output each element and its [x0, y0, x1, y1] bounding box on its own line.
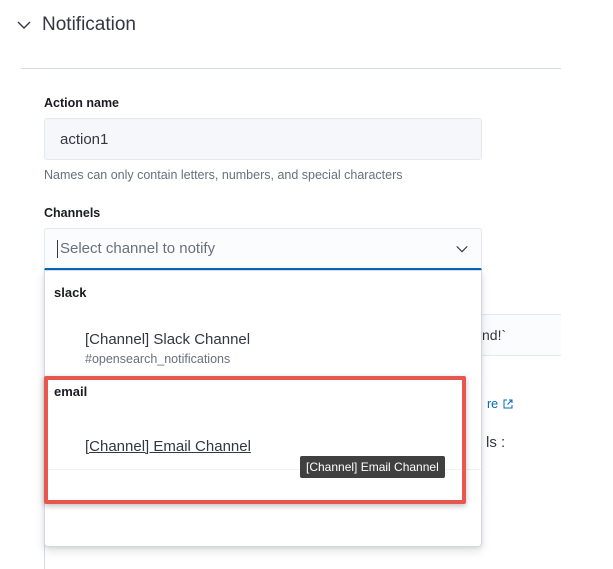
channels-placeholder: Select channel to notify: [60, 240, 216, 257]
background-partial-link: re: [487, 397, 499, 411]
highlight-annotation: [44, 376, 466, 504]
channels-label: Channels: [44, 206, 101, 220]
notification-panel: Notification Action name action1 Names c…: [0, 0, 613, 569]
action-name-help: Names can only contain letters, numbers,…: [44, 168, 403, 182]
chevron-down-icon[interactable]: [455, 242, 469, 256]
background-partial-text: nd!`: [482, 327, 507, 343]
group-title-slack: slack: [54, 285, 87, 300]
section-title: Notification: [42, 14, 136, 35]
notification-accordion-toggle[interactable]: Notification: [16, 14, 136, 36]
text-cursor: [57, 239, 58, 258]
option-label: [Channel] Slack Channel: [85, 331, 251, 348]
action-name-input[interactable]: action1: [44, 118, 482, 160]
option-tooltip: [Channel] Email Channel: [300, 456, 445, 478]
section-divider: [21, 68, 561, 69]
channels-select[interactable]: Select channel to notify: [44, 228, 482, 270]
external-link-icon: [503, 399, 513, 409]
chevron-down-icon: [17, 21, 31, 29]
background-divider: [44, 545, 45, 569]
action-name-label: Action name: [44, 96, 120, 110]
background-text-field[interactable]: nd!`: [470, 314, 561, 356]
option-sublabel: #opensearch_notifications: [85, 352, 231, 366]
action-name-value: action1: [60, 130, 109, 148]
background-link[interactable]: re: [487, 397, 514, 411]
background-partial-label: ls :: [486, 434, 506, 451]
